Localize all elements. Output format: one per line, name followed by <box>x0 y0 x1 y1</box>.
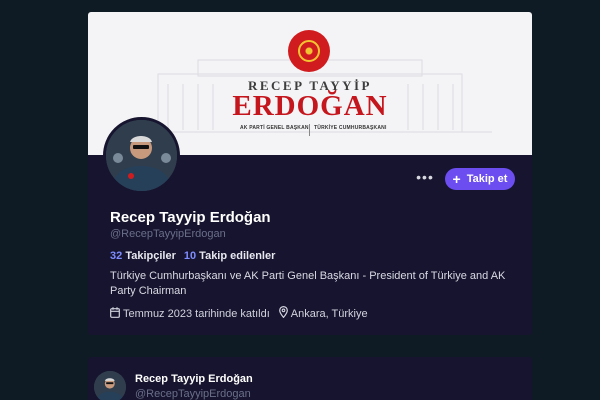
profile-bio: Türkiye Cumhurbaşkanı ve AK Parti Genel … <box>110 270 506 297</box>
follow-button-label: Takip et <box>466 173 508 185</box>
followers-count: 32 <box>110 250 123 262</box>
calendar-icon <box>110 306 120 321</box>
location-pin-icon <box>278 306 288 321</box>
profile-card: RECEP TAYYİP ERDOĞAN AK PARTİ GENEL BAŞK… <box>88 12 532 335</box>
profile-handle: @RecepTayyipErdogan <box>110 228 226 240</box>
banner-last-name: ERDOĞAN <box>232 90 388 122</box>
post-card[interactable]: Recep Tayyip Erdoğan @RecepTayyipErdogan <box>88 357 532 400</box>
profile-stats: 32 Takipçiler 10 Takip edilenler <box>110 250 275 262</box>
more-dots-icon: ••• <box>416 169 434 185</box>
location-text: Ankara, Türkiye <box>290 307 368 320</box>
following-link[interactable]: 10 Takip edilenler <box>184 250 276 262</box>
post-author-name[interactable]: Recep Tayyip Erdoğan <box>135 373 253 385</box>
profile-meta: Temmuz 2023 tarihinde katıldı Ankara, Tü… <box>110 306 368 321</box>
following-count: 10 <box>183 250 197 262</box>
post-author-avatar[interactable] <box>94 371 126 400</box>
followers-label: Takipçiler <box>125 250 176 262</box>
follow-button[interactable]: + Takip et <box>445 168 515 190</box>
following-label: Takip edilenler <box>199 250 276 262</box>
profile-avatar[interactable] <box>103 117 180 194</box>
profile-display-name: Recep Tayyip Erdoğan <box>110 209 271 226</box>
banner-subtitle-president: TÜRKİYE CUMHURBAŞKANI <box>314 125 387 131</box>
plus-icon: + <box>452 171 461 187</box>
more-options-button[interactable]: ••• <box>416 170 434 188</box>
joined-date: Temmuz 2023 tarihinde katıldı <box>123 307 270 320</box>
followers-link[interactable]: 32 Takipçiler <box>110 250 176 262</box>
banner-subtitle-party: AK PARTİ GENEL BAŞKANI <box>240 125 311 131</box>
post-author-handle: @RecepTayyipErdogan <box>135 388 251 400</box>
presidential-seal-icon <box>288 30 330 72</box>
banner-divider <box>309 124 310 136</box>
